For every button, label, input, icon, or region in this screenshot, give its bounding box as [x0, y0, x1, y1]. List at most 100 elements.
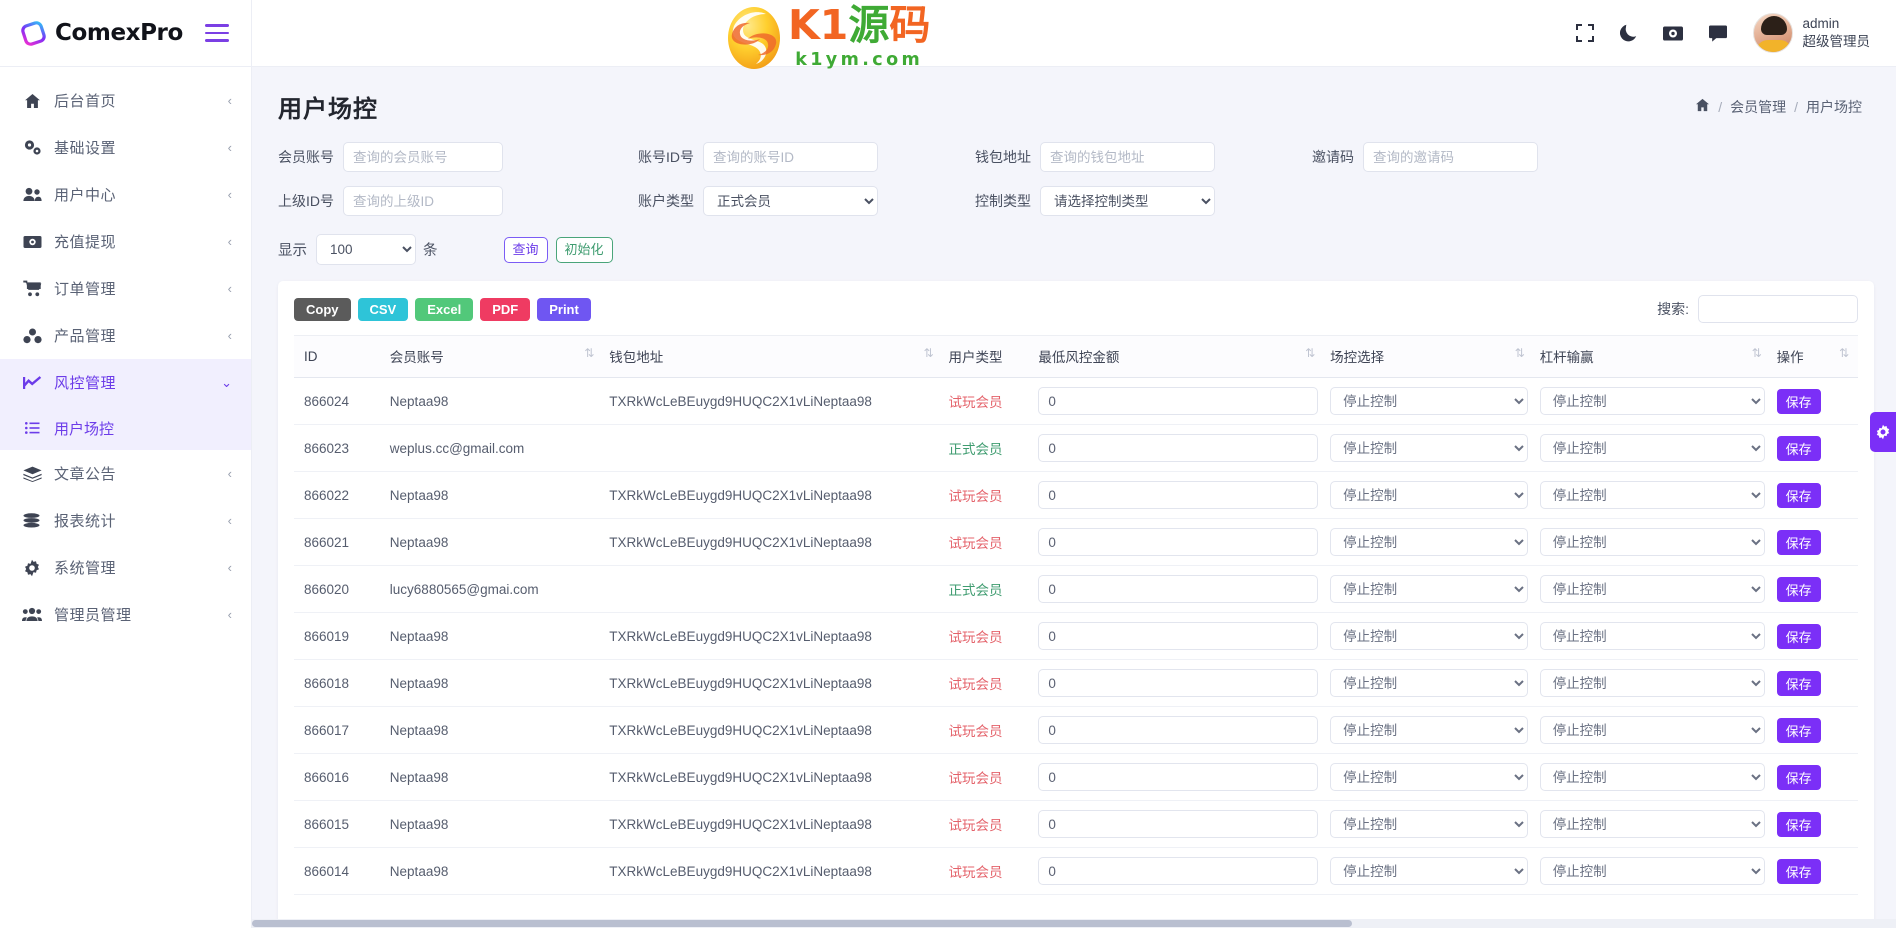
min-risk-amount-input[interactable]: [1038, 763, 1319, 791]
sidebar-item-recharge-withdraw[interactable]: 充值提现 ‹: [0, 218, 251, 265]
save-button[interactable]: 保存: [1776, 388, 1821, 414]
cell-user-type: 试玩会员: [942, 753, 1033, 801]
field-control-select[interactable]: 停止控制必赢必输随机: [1330, 434, 1528, 462]
sidebar-item-product-management[interactable]: 产品管理 ‹: [0, 312, 251, 359]
reset-button[interactable]: 初始化: [555, 236, 613, 263]
save-button[interactable]: 保存: [1776, 811, 1821, 837]
sidebar-item-order-management[interactable]: 订单管理 ‹: [0, 265, 251, 312]
cell-action: 保存: [1770, 424, 1858, 472]
user-profile[interactable]: admin 超级管理员: [1752, 13, 1870, 53]
brand[interactable]: ComexPro: [20, 20, 183, 47]
moon-icon[interactable]: [1619, 24, 1637, 42]
leverage-control-select[interactable]: 停止控制必赢必输随机: [1539, 763, 1765, 791]
cell-wallet: TXRkWcLeBEuygd9HUQC2X1vLiNeptaa98: [603, 706, 943, 754]
leverage-control-select[interactable]: 停止控制必赢必输随机: [1539, 857, 1765, 885]
scrollbar-thumb[interactable]: [252, 920, 1352, 927]
min-risk-amount-input[interactable]: [1038, 434, 1319, 462]
account-id-input[interactable]: [703, 142, 878, 172]
leverage-control-select[interactable]: 停止控制必赢必输随机: [1539, 528, 1765, 556]
wallet-address-input[interactable]: [1040, 142, 1215, 172]
sidebar-item-system-management[interactable]: 系统管理 ‹: [0, 544, 251, 591]
save-button[interactable]: 保存: [1776, 623, 1821, 649]
min-risk-amount-input[interactable]: [1038, 857, 1319, 885]
sidebar-item-user-field-control[interactable]: 用户场控: [0, 406, 251, 450]
sidebar-item-basic-settings[interactable]: 基础设置 ‹: [0, 124, 251, 171]
sidebar-item-home[interactable]: 后台首页 ‹: [0, 77, 251, 124]
min-risk-amount-input[interactable]: [1038, 716, 1319, 744]
field-control-select[interactable]: 停止控制必赢必输随机: [1330, 857, 1528, 885]
parent-id-input[interactable]: [343, 186, 503, 216]
field-control-select[interactable]: 停止控制必赢必输随机: [1330, 763, 1528, 791]
min-risk-amount-input[interactable]: [1038, 622, 1319, 650]
th-field-control[interactable]: ⇅ 场控选择: [1324, 335, 1534, 378]
save-button[interactable]: 保存: [1776, 717, 1821, 743]
cell-id: 866015: [294, 800, 384, 848]
leverage-control-select[interactable]: 停止控制必赢必输随机: [1539, 810, 1765, 838]
save-button[interactable]: 保存: [1776, 435, 1821, 461]
field-control-select[interactable]: 停止控制必赢必输随机: [1330, 575, 1528, 603]
save-button[interactable]: 保存: [1776, 858, 1821, 884]
breadcrumb-item-member-management[interactable]: 会员管理: [1730, 97, 1786, 117]
excel-button[interactable]: Excel: [415, 297, 474, 321]
query-button[interactable]: 查询: [503, 236, 548, 263]
th-user-type[interactable]: 用户类型: [942, 335, 1033, 378]
field-control-select[interactable]: 停止控制必赢必输随机: [1330, 669, 1528, 697]
save-button[interactable]: 保存: [1776, 764, 1821, 790]
account-type-select[interactable]: 正式会员: [703, 186, 878, 216]
save-button[interactable]: 保存: [1776, 670, 1821, 696]
th-min-amount[interactable]: ⇅ 最低风控金额: [1032, 335, 1325, 378]
sidebar-item-user-center[interactable]: 用户中心 ‹: [0, 171, 251, 218]
min-risk-amount-input[interactable]: [1038, 528, 1319, 556]
field-control-select[interactable]: 停止控制必赢必输随机: [1330, 481, 1528, 509]
fullscreen-icon[interactable]: [1575, 24, 1594, 42]
leverage-control-select[interactable]: 停止控制必赢必输随机: [1539, 434, 1765, 462]
min-risk-amount-input[interactable]: [1038, 481, 1319, 509]
invite-code-input[interactable]: [1363, 142, 1538, 172]
min-risk-amount-input[interactable]: [1038, 387, 1319, 415]
field-control-select[interactable]: 停止控制必赢必输随机: [1330, 387, 1528, 415]
th-leverage[interactable]: ⇅ 杠杆输赢: [1533, 335, 1771, 378]
settings-tab-button[interactable]: [1870, 412, 1896, 452]
leverage-control-select[interactable]: 停止控制必赢必输随机: [1539, 575, 1765, 603]
save-button[interactable]: 保存: [1776, 529, 1821, 555]
main-horizontal-scrollbar[interactable]: [252, 919, 1896, 928]
sidebar-item-articles[interactable]: 文章公告 ‹: [0, 450, 251, 497]
copy-button[interactable]: Copy: [294, 297, 351, 321]
save-button[interactable]: 保存: [1776, 482, 1821, 508]
cash-icon[interactable]: [1662, 26, 1683, 41]
th-action[interactable]: ⇅ 操作: [1770, 335, 1858, 378]
csv-button[interactable]: CSV: [357, 297, 409, 321]
leverage-control-select[interactable]: 停止控制必赢必输随机: [1539, 481, 1765, 509]
hamburger-icon[interactable]: [205, 24, 229, 42]
save-button[interactable]: 保存: [1776, 576, 1821, 602]
pdf-button[interactable]: PDF: [480, 297, 531, 321]
th-id[interactable]: ID: [294, 335, 384, 378]
search-input[interactable]: [1698, 295, 1858, 323]
min-risk-amount-input[interactable]: [1038, 575, 1319, 603]
field-control-select[interactable]: 停止控制必赢必输随机: [1330, 716, 1528, 744]
field-control-select[interactable]: 停止控制必赢必输随机: [1330, 622, 1528, 650]
leverage-control-select[interactable]: 停止控制必赢必输随机: [1539, 387, 1765, 415]
field-control-select[interactable]: 停止控制必赢必输随机: [1330, 528, 1528, 556]
leverage-control-select[interactable]: 停止控制必赢必输随机: [1539, 669, 1765, 697]
sidebar-item-admin-management[interactable]: 管理员管理 ‹: [0, 591, 251, 638]
cell-field-control: 停止控制必赢必输随机: [1324, 753, 1534, 801]
min-risk-amount-input[interactable]: [1038, 669, 1319, 697]
page-size-select[interactable]: 100: [316, 234, 416, 265]
min-risk-amount-input[interactable]: [1038, 810, 1319, 838]
leverage-control-select[interactable]: 停止控制必赢必输随机: [1539, 622, 1765, 650]
print-button[interactable]: Print: [537, 297, 591, 321]
member-account-input[interactable]: [343, 142, 503, 172]
chat-icon[interactable]: [1708, 25, 1727, 42]
k1ym-logo-icon: [726, 4, 782, 70]
sidebar-item-reports[interactable]: 报表统计 ‹: [0, 497, 251, 544]
control-type-select[interactable]: 请选择控制类型: [1040, 186, 1215, 216]
cell-action: 保存: [1770, 800, 1858, 848]
th-account[interactable]: ⇅ 会员账号: [383, 335, 604, 378]
leverage-control-select[interactable]: 停止控制必赢必输随机: [1539, 716, 1765, 744]
sort-icon: ⇅: [1838, 346, 1849, 360]
field-control-select[interactable]: 停止控制必赢必输随机: [1330, 810, 1528, 838]
breadcrumb-home-icon[interactable]: [1695, 98, 1710, 115]
th-wallet[interactable]: ⇅ 钱包地址: [603, 335, 943, 378]
sidebar-item-risk-management[interactable]: 风控管理 ⌄: [0, 359, 251, 406]
